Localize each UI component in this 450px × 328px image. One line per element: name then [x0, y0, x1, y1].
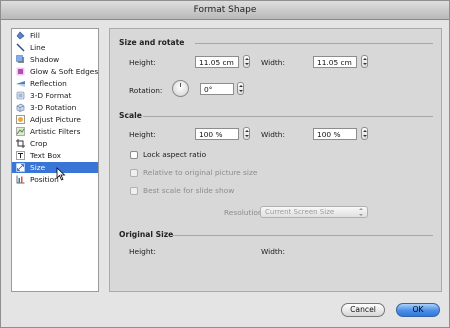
chevron-updown-icon [359, 208, 364, 216]
window-title: Format Shape [1, 1, 449, 20]
position-icon [16, 175, 25, 184]
size-rotate-heading: Size and rotate [119, 38, 185, 47]
scale-height-label: Height: [129, 130, 156, 139]
width-label: Width: [261, 58, 285, 67]
text-box-icon [16, 151, 25, 160]
shadow-icon [16, 55, 24, 63]
line-icon [16, 43, 25, 52]
sidebar-item-glow[interactable]: Glow & Soft Edges [12, 66, 98, 77]
scale-height-field[interactable] [195, 128, 239, 140]
rotation-stepper[interactable] [237, 82, 244, 95]
scale-heading: Scale [119, 111, 142, 120]
height-label: Height: [129, 58, 156, 67]
reflection-icon [16, 81, 25, 87]
resolution-select-value: Current Screen Size [265, 208, 335, 216]
sidebar-item-label: 3-D Rotation [30, 103, 77, 112]
rotation-dial[interactable] [172, 80, 189, 97]
rotation-field[interactable] [200, 83, 234, 95]
sidebar-item-text-box[interactable]: Text Box [12, 150, 98, 161]
sidebar-item-label: Artistic Filters [30, 127, 81, 136]
best-scale-checkbox[interactable] [130, 187, 138, 195]
3d-rotation-icon [16, 103, 25, 112]
size-panel: Size and rotate Height: Width: Rotation:… [109, 28, 442, 292]
category-sidebar: Fill Line Shadow Glow & Soft Edges Refle… [11, 28, 99, 292]
sidebar-item-artistic-filters[interactable]: Artistic Filters [12, 126, 98, 137]
sidebar-item-adjust-picture[interactable]: Adjust Picture [12, 114, 98, 125]
sidebar-item-fill[interactable]: Fill [12, 30, 98, 41]
relative-original-checkbox[interactable] [130, 169, 138, 177]
sidebar-item-position[interactable]: Position [12, 174, 98, 185]
crop-icon [16, 139, 25, 148]
sidebar-item-reflection[interactable]: Reflection [12, 78, 98, 89]
sidebar-item-label: Size [30, 163, 46, 172]
format-shape-dialog: Format Shape Fill Line Shadow Glow & Sof… [0, 0, 450, 328]
scale-height-stepper[interactable] [243, 127, 250, 140]
sidebar-item-label: Adjust Picture [30, 115, 81, 124]
resolution-select[interactable]: Current Screen Size [260, 206, 368, 218]
relative-original-label: Relative to original picture size [143, 168, 258, 177]
sidebar-item-3d-format[interactable]: 3-D Format [12, 90, 98, 101]
3d-format-icon [16, 91, 25, 100]
section-divider [143, 116, 433, 117]
sidebar-item-size[interactable]: Size [12, 162, 98, 173]
glow-icon [16, 67, 25, 76]
scale-width-field[interactable] [313, 128, 357, 140]
mouse-pointer-icon [56, 167, 66, 181]
width-field[interactable] [313, 56, 357, 68]
sidebar-item-label: Glow & Soft Edges [30, 67, 99, 76]
scale-width-stepper[interactable] [361, 127, 368, 140]
section-divider [172, 235, 433, 236]
sidebar-item-label: Fill [30, 31, 40, 40]
sidebar-item-line[interactable]: Line [12, 42, 98, 53]
sidebar-item-label: Line [30, 43, 46, 52]
sidebar-item-label: Shadow [30, 55, 60, 64]
sidebar-item-label: Text Box [30, 151, 62, 160]
sidebar-item-label: 3-D Format [30, 91, 72, 100]
fill-icon [16, 31, 25, 40]
size-icon [16, 163, 25, 172]
height-stepper[interactable] [243, 55, 250, 68]
section-divider [195, 43, 433, 44]
ok-button[interactable]: OK [396, 303, 440, 317]
sidebar-item-shadow[interactable]: Shadow [12, 54, 98, 65]
rotation-label: Rotation: [129, 86, 163, 95]
sidebar-item-label: Reflection [30, 79, 67, 88]
width-stepper[interactable] [361, 55, 368, 68]
lock-aspect-label: Lock aspect ratio [143, 150, 207, 159]
original-height-label: Height: [129, 247, 156, 256]
lock-aspect-checkbox[interactable] [130, 151, 138, 159]
best-scale-label: Best scale for slide show [143, 186, 235, 195]
sidebar-item-3d-rotation[interactable]: 3-D Rotation [12, 102, 98, 113]
adjust-picture-icon [16, 115, 25, 124]
sidebar-item-label: Position [30, 175, 59, 184]
sidebar-item-label: Crop [30, 139, 48, 148]
sidebar-item-crop[interactable]: Crop [12, 138, 98, 149]
original-size-heading: Original Size [119, 230, 174, 239]
scale-width-label: Width: [261, 130, 285, 139]
artistic-filters-icon [16, 127, 25, 136]
height-field[interactable] [195, 56, 239, 68]
resolution-label: Resolution: [224, 208, 266, 217]
cancel-button[interactable]: Cancel [341, 303, 385, 317]
original-width-label: Width: [261, 247, 285, 256]
